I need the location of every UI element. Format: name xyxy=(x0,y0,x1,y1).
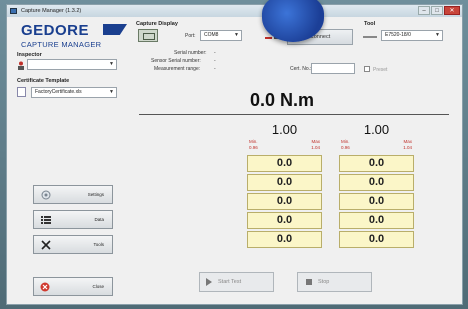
window-title: Capture Manager (1.3.2) xyxy=(21,8,82,14)
close-window-button[interactable]: ✕ xyxy=(444,6,460,15)
close-label: Close xyxy=(92,284,104,289)
max-value: 1.04 xyxy=(311,145,320,150)
tools-icon xyxy=(41,240,51,250)
certificate-template-select[interactable]: FactoryCertificate.xls ▼ xyxy=(31,87,117,98)
port-label: Port: xyxy=(185,33,196,39)
target-value: 1.00 xyxy=(363,122,390,137)
max-value: 1.04 xyxy=(403,145,412,150)
tolerance-row: Min. 0.96 Max 1.04 xyxy=(247,139,322,155)
inspector-select[interactable]: ▼ xyxy=(27,59,117,70)
reading-cell: 0.0 xyxy=(247,174,322,191)
cert-number-field[interactable] xyxy=(311,63,355,74)
target-value: 1.00 xyxy=(271,122,298,137)
start-test-button[interactable]: Start Test xyxy=(199,272,274,292)
chevron-down-icon: ▼ xyxy=(435,32,440,38)
reading-cell: 0.0 xyxy=(339,231,414,248)
tool-label: Tool xyxy=(364,21,376,27)
measurement-column-2: 1.00 Min. 0.96 Max 1.04 0.0 0.0 0.0 0.0 … xyxy=(339,122,414,250)
torque-readout: 0.0 N.m xyxy=(249,90,315,110)
reading-cell: 0.0 xyxy=(247,193,322,210)
maximize-button[interactable]: □ xyxy=(431,6,443,15)
logo-product: CAPTURE MANAGER xyxy=(21,40,102,49)
measurement-column-1: 1.00 Min. 0.96 Max 1.04 0.0 0.0 0.0 0.0 … xyxy=(247,122,322,250)
title-bar: Capture Manager (1.3.2) – □ ✕ xyxy=(7,5,462,17)
cert-number-label: Cert. No.: xyxy=(290,66,312,72)
max-label: Max xyxy=(403,139,412,144)
stop-square-icon xyxy=(306,279,312,285)
max-label: Max xyxy=(311,139,320,144)
port-value: COM8 xyxy=(204,32,219,38)
reading-cell: 0.0 xyxy=(339,155,414,172)
reading-cell: 0.0 xyxy=(247,212,322,229)
min-label: Min. xyxy=(341,139,350,144)
serial-number-label: Serial number: xyxy=(174,50,207,56)
tolerance-row: Min. 0.96 Max 1.04 xyxy=(339,139,414,155)
inspector-label: Inspector xyxy=(17,52,42,58)
sensor-serial-value: - xyxy=(214,58,216,64)
tools-button[interactable]: Tools xyxy=(33,235,113,254)
data-label: Data xyxy=(94,217,104,222)
certificate-template-value: FactoryCertificate.xls xyxy=(35,89,82,95)
min-value: 0.96 xyxy=(341,145,350,150)
min-label: Min. xyxy=(249,139,258,144)
wrench-icon xyxy=(363,36,377,40)
tools-label: Tools xyxy=(93,242,104,247)
reading-cell: 0.0 xyxy=(339,174,414,191)
tool-value: E7520-18/0 xyxy=(385,32,411,38)
tool-select[interactable]: E7520-18/0 ▼ xyxy=(381,30,443,41)
settings-button[interactable]: Settings xyxy=(33,185,113,204)
reading-cell: 0.0 xyxy=(247,231,322,248)
minimize-button[interactable]: – xyxy=(418,6,430,15)
certificate-template-label: Certificate Template xyxy=(17,78,70,84)
usb-device-icon xyxy=(138,29,158,42)
measurement-range-value: - xyxy=(214,66,216,72)
readings-list: 0.0 0.0 0.0 0.0 0.0 xyxy=(247,155,322,248)
stop-button[interactable]: Stop xyxy=(297,272,372,292)
settings-dial-icon xyxy=(41,190,51,200)
close-button[interactable]: Close xyxy=(33,277,113,296)
start-test-label: Start Test xyxy=(218,279,242,285)
reading-cell: 0.0 xyxy=(339,212,414,229)
list-icon xyxy=(41,216,51,224)
reading-cell: 0.0 xyxy=(339,193,414,210)
user-icon xyxy=(18,61,24,70)
reading-cell: 0.0 xyxy=(247,155,322,172)
gedore-logo: GEDORE CAPTURE MANAGER xyxy=(21,22,131,52)
stop-label: Stop xyxy=(318,279,330,285)
capture-display-label: Capture Display xyxy=(136,21,178,27)
port-select[interactable]: COM8 ▼ xyxy=(200,30,242,41)
document-icon xyxy=(17,87,26,97)
readings-list: 0.0 0.0 0.0 0.0 0.0 xyxy=(339,155,414,248)
data-button[interactable]: Data xyxy=(33,210,113,229)
chevron-down-icon: ▼ xyxy=(234,32,239,38)
preset-checkbox[interactable] xyxy=(364,66,370,72)
app-icon xyxy=(10,8,17,14)
divider xyxy=(139,114,449,115)
chevron-down-icon: ▼ xyxy=(109,61,114,67)
chevron-down-icon: ▼ xyxy=(109,89,114,95)
min-value: 0.96 xyxy=(249,145,258,150)
app-window: Capture Manager (1.3.2) – □ ✕ GEDORE CAP… xyxy=(6,4,463,305)
window-controls: – □ ✕ xyxy=(418,6,460,15)
serial-number-value: - xyxy=(214,50,216,56)
measurement-range-label: Measurement range: xyxy=(154,66,201,72)
sensor-serial-label: Sensor Serial number: xyxy=(151,58,201,64)
settings-label: Settings xyxy=(87,192,104,197)
close-circle-icon xyxy=(40,282,50,292)
play-icon xyxy=(206,278,212,286)
preset-label: Preset xyxy=(373,67,388,73)
